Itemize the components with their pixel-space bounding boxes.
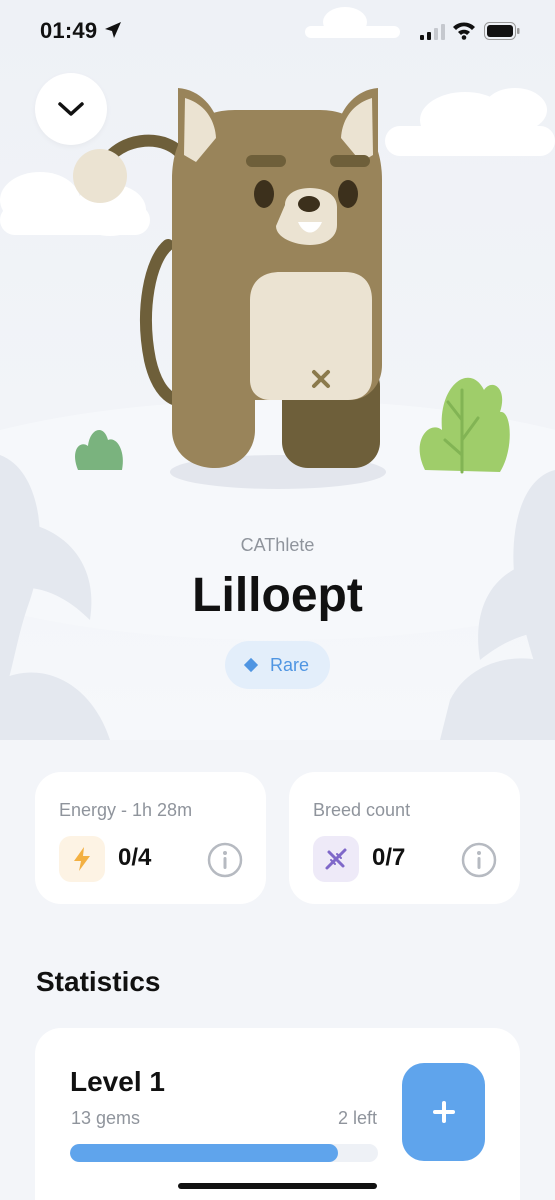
level-title: Level 1 bbox=[70, 1066, 165, 1097]
info-icon[interactable] bbox=[461, 842, 497, 878]
rarity-label: Rare bbox=[269, 654, 309, 675]
lightning-icon bbox=[74, 847, 90, 871]
plus-icon bbox=[432, 1101, 455, 1123]
diamond-icon bbox=[243, 657, 259, 673]
energy-title: Energy - 1h 28m bbox=[59, 800, 193, 820]
breed-value: 0/7 bbox=[372, 844, 406, 871]
status-time: 01:49 bbox=[40, 18, 98, 43]
level-up-button[interactable] bbox=[402, 1063, 485, 1161]
dna-icon bbox=[325, 848, 347, 870]
level-remaining: 2 left bbox=[337, 1108, 377, 1128]
chevron-down-icon bbox=[58, 102, 84, 116]
level-card: Level 1 13 gems 2 left bbox=[35, 1028, 520, 1200]
breed-card: Breed count 0/7 bbox=[289, 772, 520, 904]
status-bar: 01:49 bbox=[0, 0, 555, 62]
pet-species: CAThlete bbox=[240, 535, 315, 555]
collapse-button[interactable] bbox=[35, 73, 107, 145]
hero-scene: 01:49 CAThlete Lilloept Rare bbox=[0, 0, 555, 740]
pet-name: Lilloept bbox=[192, 569, 363, 622]
breed-icon-box bbox=[313, 836, 359, 882]
wifi-icon bbox=[453, 22, 475, 40]
cellular-signal-icon bbox=[420, 24, 445, 40]
energy-value: 0/4 bbox=[118, 844, 152, 871]
breed-title: Breed count bbox=[313, 800, 411, 820]
battery-icon bbox=[484, 22, 520, 40]
location-arrow-icon bbox=[105, 22, 121, 38]
rarity-badge: Rare bbox=[225, 641, 330, 689]
level-gems: 13 gems bbox=[71, 1108, 141, 1128]
info-icon[interactable] bbox=[207, 842, 243, 878]
statistics-title: Statistics bbox=[36, 966, 161, 997]
energy-card: Energy - 1h 28m 0/4 bbox=[35, 772, 266, 904]
energy-icon-box bbox=[59, 836, 105, 882]
level-progress-bar bbox=[70, 1144, 378, 1162]
home-indicator[interactable] bbox=[178, 1183, 377, 1189]
level-progress-fill bbox=[70, 1144, 338, 1162]
